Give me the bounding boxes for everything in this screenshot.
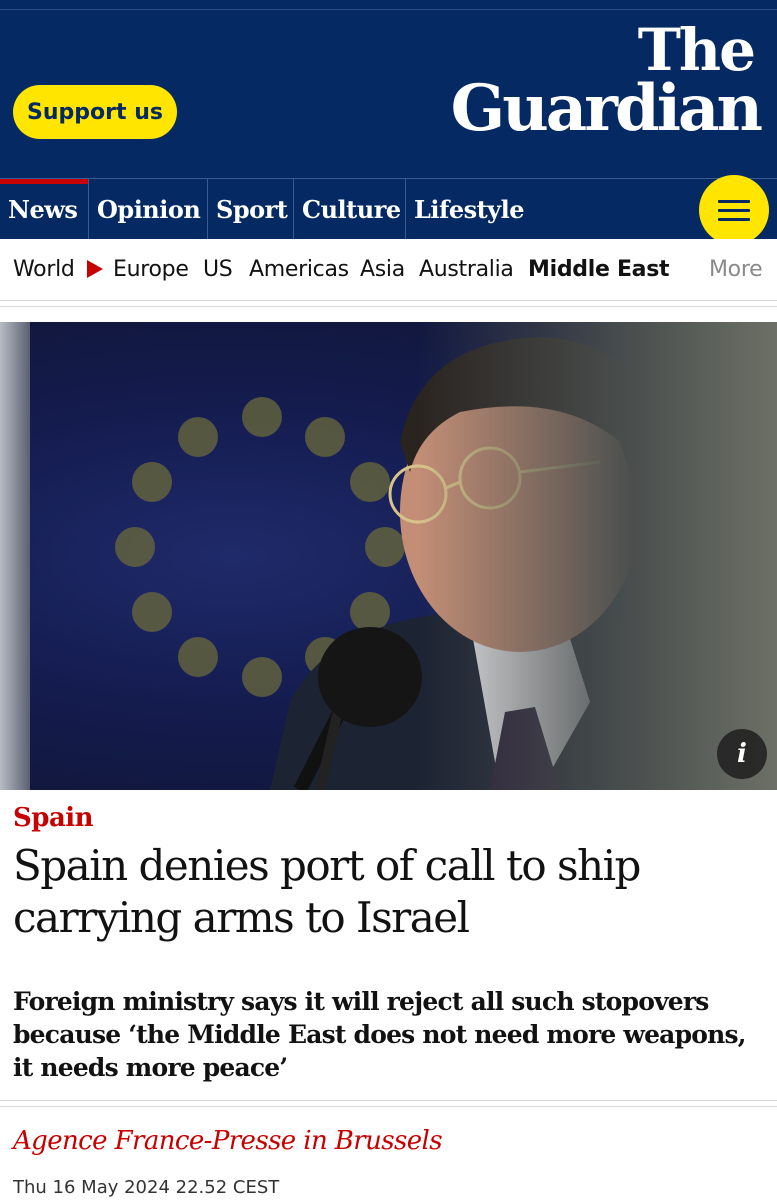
guardian-logo[interactable]: The Guardian bbox=[430, 16, 763, 146]
subnav-us[interactable]: US bbox=[203, 239, 233, 301]
logo-line-guardian: Guardian bbox=[450, 71, 763, 146]
subnav-more[interactable]: More bbox=[709, 239, 763, 301]
pillar-sport[interactable]: Sport bbox=[208, 179, 294, 240]
image-info-button[interactable]: i bbox=[717, 729, 767, 779]
subnav-americas[interactable]: Americas bbox=[249, 239, 349, 301]
divider bbox=[0, 300, 777, 307]
pillar-lifestyle[interactable]: Lifestyle bbox=[406, 179, 534, 240]
hamburger-menu-icon[interactable] bbox=[699, 175, 769, 245]
support-us-button[interactable]: Support us bbox=[13, 85, 177, 139]
subnav-world[interactable]: World bbox=[13, 239, 75, 301]
pillar-opinion[interactable]: Opinion bbox=[89, 179, 208, 240]
subnav-australia[interactable]: Australia bbox=[419, 239, 514, 301]
pillar-culture[interactable]: Culture bbox=[294, 179, 406, 240]
article-standfirst: Foreign ministry says it will reject all… bbox=[13, 987, 746, 1082]
top-strip bbox=[0, 0, 777, 10]
chevron-right-icon bbox=[87, 260, 103, 278]
pillar-nav: News Opinion Sport Culture Lifestyle bbox=[0, 178, 777, 240]
article-headline: Spain denies port of call to ship carryi… bbox=[13, 841, 641, 942]
section-label[interactable]: Spain bbox=[13, 803, 94, 833]
hero-background bbox=[417, 322, 777, 790]
subnav-middle-east[interactable]: Middle East bbox=[528, 239, 670, 301]
sub-navigation: World Europe US Americas Asia Australia … bbox=[0, 239, 777, 301]
menu-line bbox=[718, 217, 750, 221]
menu-line bbox=[718, 199, 750, 203]
divider bbox=[0, 1100, 777, 1107]
pillar-news[interactable]: News bbox=[0, 179, 89, 240]
subnav-asia[interactable]: Asia bbox=[360, 239, 405, 301]
subnav-europe[interactable]: Europe bbox=[113, 239, 189, 301]
hero-edge bbox=[0, 322, 30, 790]
menu-line bbox=[718, 208, 750, 212]
article-date: Thu 16 May 2024 22.52 CEST bbox=[13, 1177, 280, 1198]
hero-image bbox=[0, 322, 777, 790]
logo-line-the: The bbox=[637, 16, 756, 84]
article-byline[interactable]: Agence France-Presse in Brussels bbox=[13, 1126, 443, 1156]
